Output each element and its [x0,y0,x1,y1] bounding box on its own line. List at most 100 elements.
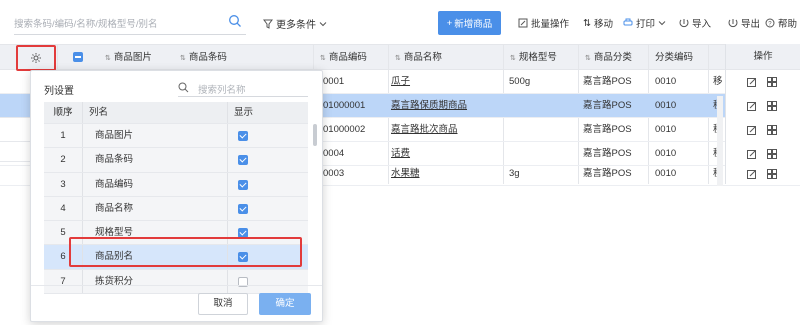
column-item[interactable]: 4 商品名称 [44,196,308,222]
header-barcode[interactable]: ⇅ 商品条码 [180,45,227,71]
header-column-name: 列名 [89,107,109,118]
sort-icon: ⇅ [180,55,186,62]
export-button[interactable]: 导出 [728,16,760,30]
cell-category-code: 0010 [655,168,677,179]
sort-icon: ⇅ [510,55,516,62]
add-product-label: 新增商品 [454,19,493,30]
copy-icon[interactable] [767,149,777,159]
sort-icon: ⇅ [395,55,401,62]
cancel-button[interactable]: 取消 [198,293,248,315]
cell-code: 0003 [323,168,345,179]
header-category[interactable]: ⇅ 商品分类 [585,45,632,71]
cell-name[interactable]: 瓜子 [391,70,410,93]
header-image[interactable]: ⇅ 商品图片 [105,45,152,71]
column-settings-button[interactable] [16,45,56,71]
highlight-box [69,237,302,267]
column-search-input[interactable]: 搜索列名称 [178,80,308,97]
cell-category: 嘉言路POS [583,76,632,87]
selected-row-strip [0,94,30,116]
item-name: 商品图片 [95,130,134,141]
header-spec[interactable]: ⇅ 规格型号 [510,45,557,71]
cell-divider [227,172,228,196]
cell-divider [227,196,228,221]
search-icon[interactable] [228,14,242,28]
show-checkbox[interactable] [238,131,248,141]
show-checkbox[interactable] [238,203,248,214]
cell-name[interactable]: 嘉言路批次商品 [391,118,458,141]
item-name: 商品编码 [95,178,134,190]
edit-icon[interactable] [747,149,757,159]
copy-icon[interactable] [767,77,777,87]
search-input[interactable]: 搜索条码/编码/名称/规格型号/别名 [14,11,246,35]
copy-icon[interactable] [767,101,777,111]
popup-footer: 取消 确定 [31,285,322,321]
cell-divider [82,124,83,148]
column-item[interactable]: 2 商品条码 [44,148,308,173]
move-label: 移动 [593,19,613,30]
cell-divider [82,102,83,123]
more-filters-label: 更多条件 [276,20,316,31]
item-name: 商品名称 [95,202,134,214]
show-checkbox[interactable] [238,179,248,190]
export-label: 导出 [741,19,761,30]
printer-icon [623,18,633,26]
header-show: 显示 [234,107,254,118]
more-filters-button[interactable]: 更多条件 [263,16,327,31]
copy-icon[interactable] [767,169,777,179]
header-category-code[interactable]: 分类编码 [655,45,693,71]
cell-spec: 500g [509,76,531,87]
header-code[interactable]: ⇅ 商品编码 [320,45,367,71]
column-item[interactable]: 3 商品编码 [44,172,308,197]
edit-icon[interactable] [747,169,757,179]
cell-divider [227,102,228,123]
popup-scrollbar[interactable] [313,124,317,146]
column-item[interactable]: 1 商品图片 [44,124,308,149]
import-label: 导入 [692,19,712,30]
cell-name[interactable]: 水果糖 [391,162,420,185]
cell-divider [227,148,228,172]
column-list-header: 顺序 列名 显示 [44,102,308,124]
filter-icon [263,19,273,29]
edit-icon [518,18,528,28]
import-button[interactable]: 导入 [679,16,711,30]
cell-category: 嘉言路POS [583,100,632,111]
table-header: ⇅ 商品图片 ⇅ 商品条码 ⇅ 商品编码 ⇅ 商品名称 ⇅ 规格型号 ⇅ 商品分类 分类编码 [0,44,800,70]
select-all-checkbox[interactable] [73,52,83,62]
edit-icon[interactable] [747,101,757,111]
row-divider [0,161,30,162]
row-divider [0,141,30,142]
cell-divider [227,124,228,148]
batch-label: 批量操作 [531,19,570,30]
popup-title: 列设置 [44,86,74,97]
edit-icon[interactable] [747,77,757,87]
print-button[interactable]: 打印 [623,16,666,30]
add-product-button[interactable]: + 新增商品 [438,11,501,35]
help-icon: ? [765,18,775,28]
table-scrollbar[interactable] [717,96,723,186]
item-index: 1 [60,130,66,141]
header-name[interactable]: ⇅ 商品名称 [395,45,442,71]
toolbar: 搜索条码/编码/名称/规格型号/别名 更多条件 + 新增商品 批量操作 ⇅ 移动… [0,0,800,44]
cell-spec: 3g [509,168,520,179]
cell-divider [82,172,83,196]
sort-icon: ⇅ [320,55,326,62]
header-index: 顺序 [53,107,73,118]
cell-category-code: 0010 [655,100,677,111]
cell-code: 01000001 [323,100,366,111]
cell-name[interactable]: 嘉言路保质期商品 [391,94,467,117]
move-button[interactable]: ⇅ 移动 [583,16,613,31]
copy-icon[interactable] [767,125,777,135]
cell-category: 嘉言路POS [583,168,632,179]
plus-icon: + [446,17,453,29]
confirm-button[interactable]: 确定 [259,293,311,315]
edit-icon[interactable] [747,125,757,135]
import-icon [679,19,689,28]
header-operations: 操作 [725,44,800,70]
row-divider [0,117,30,118]
batch-button[interactable]: 批量操作 [518,16,569,30]
column-search-placeholder: 搜索列名称 [198,85,246,96]
print-label: 打印 [636,19,656,30]
help-button[interactable]: ? 帮助 [765,16,797,30]
show-checkbox[interactable] [238,155,248,166]
gear-icon [31,53,41,63]
